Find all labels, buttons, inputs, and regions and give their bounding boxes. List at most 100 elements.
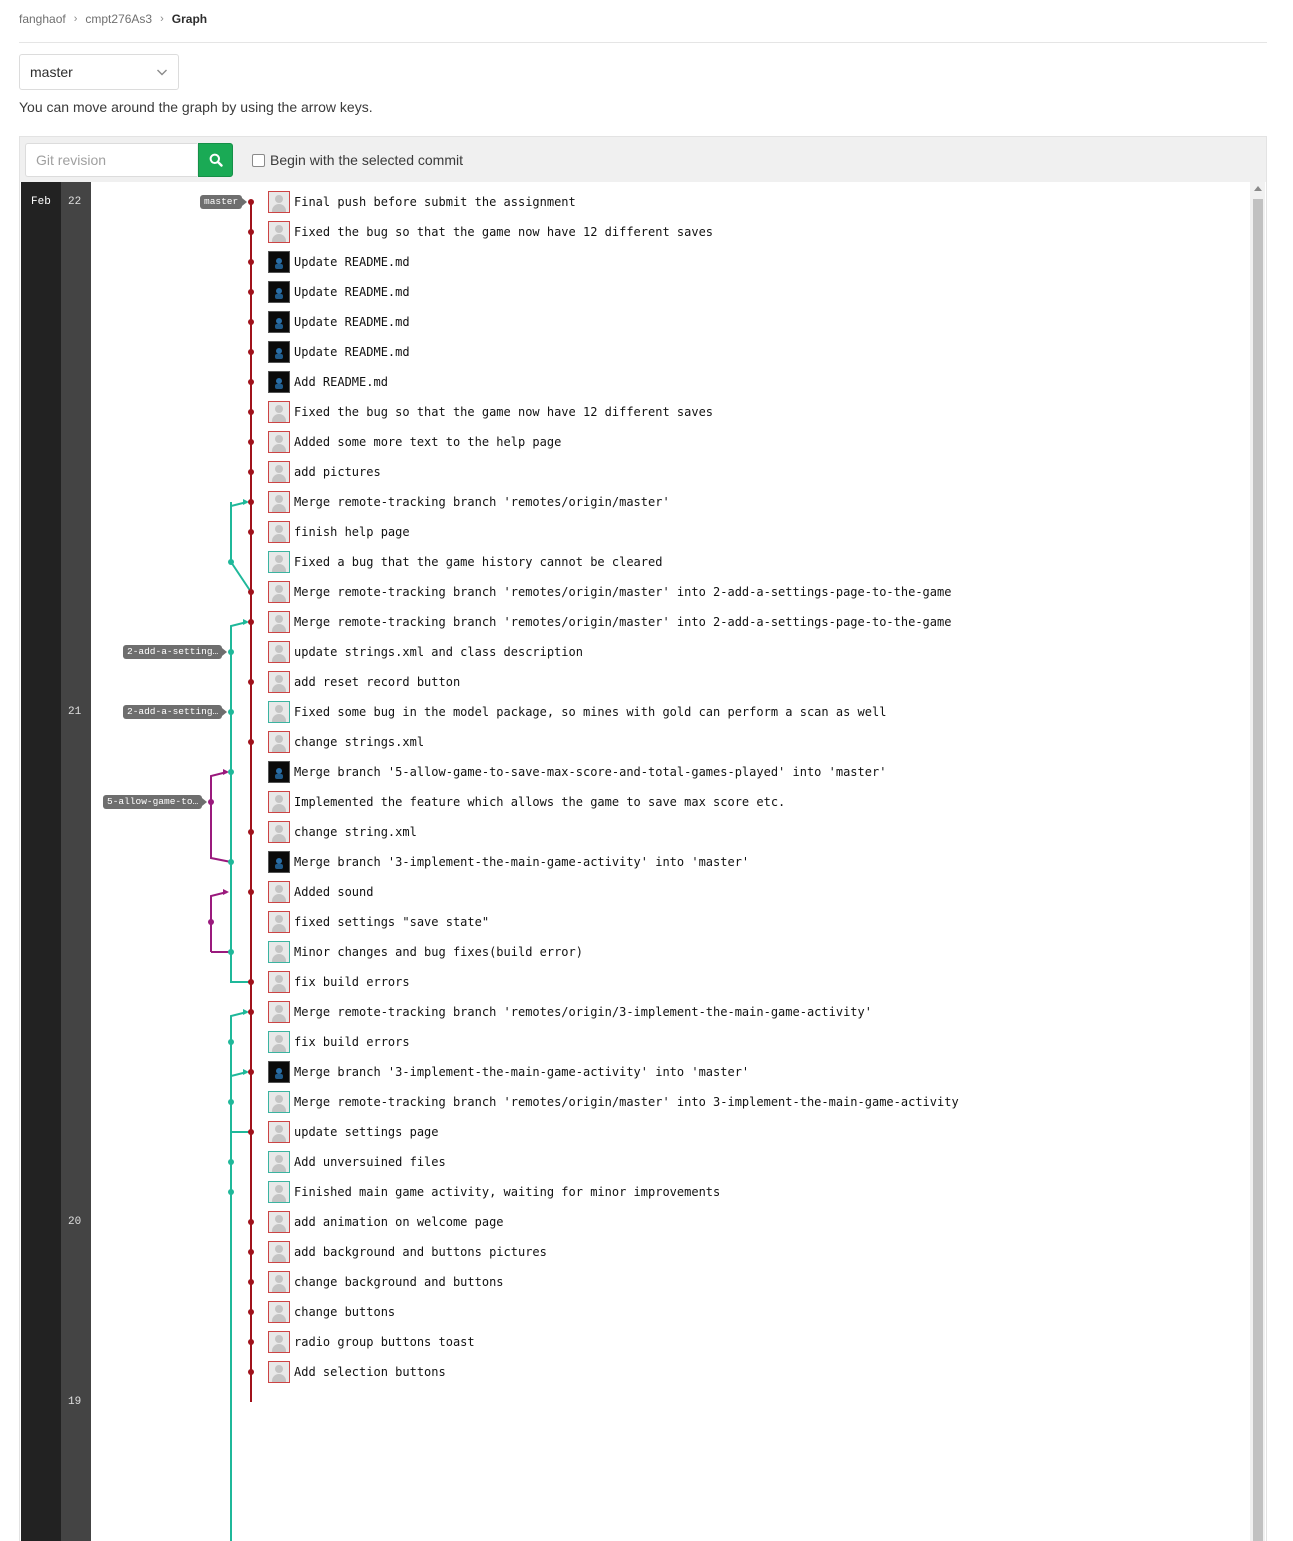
begin-with-selected-commit-option[interactable]: Begin with the selected commit (252, 152, 463, 168)
commit-row[interactable]: Fixed a bug that the game history cannot… (268, 547, 662, 577)
avatar[interactable] (268, 701, 290, 723)
commit-message[interactable]: Merge remote-tracking branch 'remotes/or… (294, 615, 951, 629)
commit-row[interactable]: Minor changes and bug fixes(build error) (268, 937, 583, 967)
commit-message[interactable]: change strings.xml (294, 735, 424, 749)
commit-row[interactable]: change buttons (268, 1297, 395, 1327)
commit-message[interactable]: Merge remote-tracking branch 'remotes/or… (294, 585, 951, 599)
commit-dot[interactable] (228, 949, 234, 955)
commit-row[interactable]: fix build errors (268, 967, 410, 997)
commit-message[interactable]: Added some more text to the help page (294, 435, 561, 449)
commit-row[interactable]: Merge remote-tracking branch 'remotes/or… (268, 607, 951, 637)
commit-row[interactable]: Add unversuined files (268, 1147, 446, 1177)
avatar[interactable] (268, 371, 290, 393)
commit-row[interactable]: fix build errors (268, 1027, 410, 1057)
begin-with-selected-commit-checkbox[interactable] (252, 153, 265, 167)
commit-message[interactable]: Implemented the feature which allows the… (294, 795, 785, 809)
commit-dot[interactable] (228, 769, 234, 775)
commit-row[interactable]: fixed settings "save state" (268, 907, 489, 937)
commit-message[interactable]: Fixed a bug that the game history cannot… (294, 555, 662, 569)
commit-message[interactable]: Finished main game activity, waiting for… (294, 1185, 720, 1199)
commit-message[interactable]: change buttons (294, 1305, 395, 1319)
commit-row[interactable]: Merge remote-tracking branch 'remotes/or… (268, 577, 951, 607)
commit-dot[interactable] (248, 1219, 254, 1225)
avatar[interactable] (268, 1271, 290, 1293)
avatar[interactable] (268, 611, 290, 633)
commit-dot[interactable] (208, 919, 214, 925)
commit-row[interactable]: add reset record button (268, 667, 460, 697)
commit-message[interactable]: add pictures (294, 465, 381, 479)
avatar[interactable] (268, 401, 290, 423)
commit-dot[interactable] (248, 229, 254, 235)
commit-message[interactable]: add reset record button (294, 675, 460, 689)
commit-dot[interactable] (228, 1159, 234, 1165)
avatar[interactable] (268, 821, 290, 843)
avatar[interactable] (268, 491, 290, 513)
commit-message[interactable]: Add README.md (294, 375, 388, 389)
avatar[interactable] (268, 851, 290, 873)
commit-dot[interactable] (248, 439, 254, 445)
avatar[interactable] (268, 1181, 290, 1203)
commit-row[interactable]: Update README.md (268, 247, 410, 277)
scrollbar-thumb[interactable] (1253, 199, 1263, 1541)
commit-dot[interactable] (248, 379, 254, 385)
commit-message[interactable]: Merge remote-tracking branch 'remotes/or… (294, 1095, 959, 1109)
avatar[interactable] (268, 1331, 290, 1353)
commit-message[interactable]: radio group buttons toast (294, 1335, 475, 1349)
commit-row[interactable]: add pictures (268, 457, 381, 487)
commit-dot[interactable] (248, 739, 254, 745)
avatar[interactable] (268, 1001, 290, 1023)
commit-message[interactable]: add background and buttons pictures (294, 1245, 547, 1259)
commit-row[interactable]: change string.xml (268, 817, 417, 847)
avatar[interactable] (268, 221, 290, 243)
avatar[interactable] (268, 1301, 290, 1323)
commit-row[interactable]: radio group buttons toast (268, 1327, 475, 1357)
commit-dot[interactable] (228, 649, 234, 655)
commit-message[interactable]: fixed settings "save state" (294, 915, 489, 929)
commit-message[interactable]: Add unversuined files (294, 1155, 446, 1169)
commit-row[interactable]: Update README.md (268, 307, 410, 337)
commit-row[interactable]: update strings.xml and class description (268, 637, 583, 667)
commit-dot[interactable] (248, 529, 254, 535)
commit-message[interactable]: Merge remote-tracking branch 'remotes/or… (294, 1005, 872, 1019)
git-revision-input[interactable] (25, 143, 197, 177)
commit-message[interactable]: add animation on welcome page (294, 1215, 504, 1229)
commit-message[interactable]: fix build errors (294, 1035, 410, 1049)
commit-row[interactable]: Merge branch '3-implement-the-main-game-… (268, 847, 749, 877)
avatar[interactable] (268, 641, 290, 663)
commit-dot[interactable] (248, 1129, 254, 1135)
commit-dot[interactable] (228, 559, 234, 565)
avatar[interactable] (268, 791, 290, 813)
branch-ref-label[interactable]: 2-add-a-setting… (123, 645, 223, 659)
commit-message[interactable]: Minor changes and bug fixes(build error) (294, 945, 583, 959)
commit-row[interactable]: update settings page (268, 1117, 439, 1147)
commit-message[interactable]: Fixed the bug so that the game now have … (294, 225, 713, 239)
commit-row[interactable]: Merge remote-tracking branch 'remotes/or… (268, 1087, 959, 1117)
avatar[interactable] (268, 731, 290, 753)
commit-row[interactable]: Finished main game activity, waiting for… (268, 1177, 720, 1207)
commit-dot[interactable] (228, 1039, 234, 1045)
commit-dot[interactable] (228, 1099, 234, 1105)
commit-message[interactable]: Update README.md (294, 255, 410, 269)
commit-dot[interactable] (248, 1369, 254, 1375)
commit-dot[interactable] (248, 349, 254, 355)
scroll-up-arrow-icon[interactable] (1254, 186, 1262, 191)
commit-row[interactable]: finish help page (268, 517, 410, 547)
commit-dot[interactable] (248, 259, 254, 265)
commit-message[interactable]: Update README.md (294, 345, 410, 359)
branch-ref-label[interactable]: 5-allow-game-to… (103, 795, 203, 809)
commit-message[interactable]: change background and buttons (294, 1275, 504, 1289)
commit-dot[interactable] (248, 1069, 254, 1075)
commit-dot[interactable] (248, 499, 254, 505)
avatar[interactable] (268, 1241, 290, 1263)
commit-message[interactable]: Merge branch '3-implement-the-main-game-… (294, 855, 749, 869)
avatar[interactable] (268, 971, 290, 993)
commit-dot[interactable] (248, 1009, 254, 1015)
avatar[interactable] (268, 1361, 290, 1383)
avatar[interactable] (268, 191, 290, 213)
commit-row[interactable]: change strings.xml (268, 727, 424, 757)
commit-dot[interactable] (248, 979, 254, 985)
commit-dot[interactable] (248, 199, 254, 205)
commit-message[interactable]: fix build errors (294, 975, 410, 989)
commit-row[interactable]: Merge branch '5-allow-game-to-save-max-s… (268, 757, 886, 787)
breadcrumb-user-link[interactable]: fanghaof (19, 12, 66, 26)
